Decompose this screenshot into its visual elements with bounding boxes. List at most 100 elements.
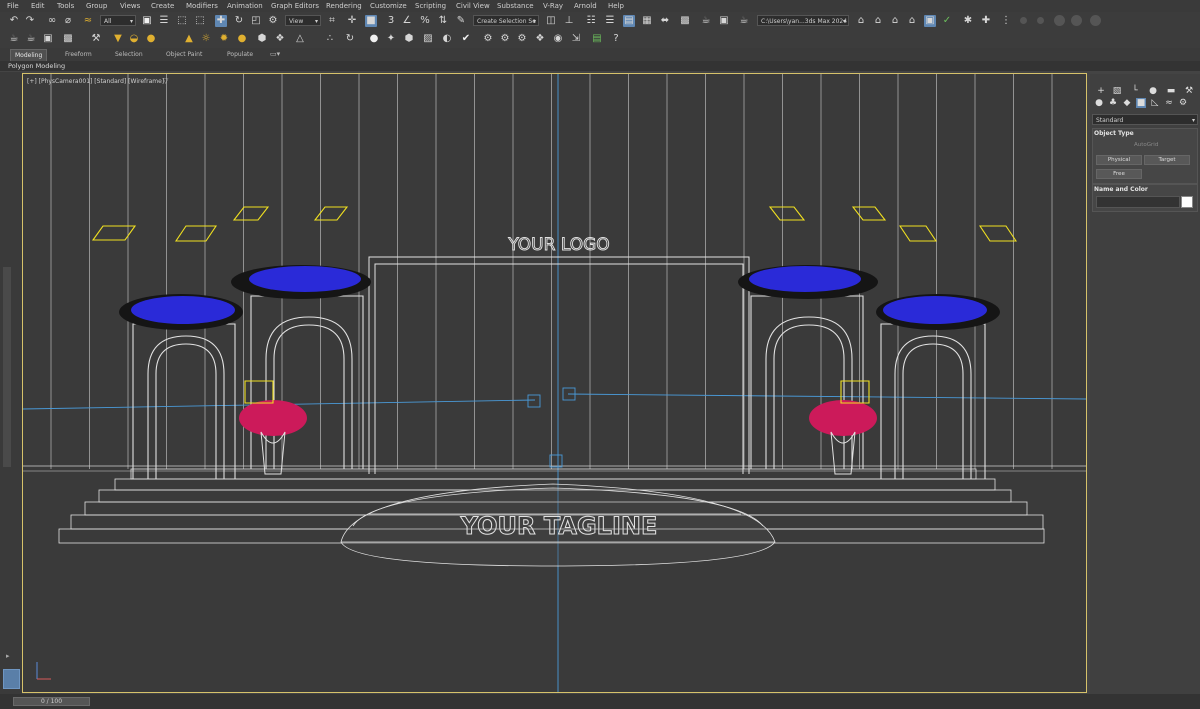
vray-dome-icon[interactable]	[1090, 15, 1101, 26]
workspace-path-dropdown[interactable]: C:\Users\yan...3ds Max 2024	[757, 15, 849, 26]
rectangular-selection-icon[interactable]: ⬚	[176, 15, 188, 27]
polygon-modeling-label[interactable]: Polygon Modeling	[8, 61, 65, 71]
bind-space-warp-icon[interactable]: ≈	[82, 15, 94, 27]
undo-icon[interactable]: ↶	[8, 15, 20, 27]
vray-cosmos-icon[interactable]: ◐	[441, 33, 453, 45]
vray-sheet-icon[interactable]: ▤	[591, 33, 603, 45]
vray-sphere-large-icon[interactable]	[1071, 15, 1082, 26]
modify-tab-icon[interactable]: ▧	[1112, 86, 1122, 96]
rendered-frame-window-icon[interactable]: ▣	[718, 15, 730, 27]
space-warps-icon[interactable]: ≈	[1164, 98, 1174, 108]
menu-edit[interactable]: Edit	[31, 0, 45, 12]
shapes-icon[interactable]: ♣	[1108, 98, 1118, 108]
select-object-icon[interactable]: ▣	[141, 15, 153, 27]
time-config-button[interactable]	[3, 669, 20, 689]
vray-sphere-medium-icon[interactable]	[1037, 17, 1044, 24]
toggle-scene-explorer-icon[interactable]: ☷	[585, 15, 597, 27]
geometry-icon[interactable]: ●	[1094, 98, 1104, 108]
align-icon[interactable]: ⊥	[563, 15, 575, 27]
menu-help[interactable]: Help	[608, 0, 624, 12]
vray-export-icon[interactable]: ⇲	[570, 33, 582, 45]
tab-object-paint[interactable]: Object Paint	[166, 48, 202, 61]
vray-lister-icon[interactable]: ⚙	[482, 33, 494, 45]
vray-fur-icon[interactable]: ❖	[274, 33, 286, 45]
menu-group[interactable]: Group	[86, 0, 107, 12]
utilities-tab-icon[interactable]: ⚒	[1184, 86, 1194, 96]
vray-tools2-icon[interactable]: ❖	[534, 33, 546, 45]
object-color-swatch[interactable]	[1181, 196, 1193, 208]
expand-arrow-icon[interactable]: ▸	[6, 652, 10, 660]
helpers-icon[interactable]: ◺	[1150, 98, 1160, 108]
toggle-layer-explorer-icon[interactable]: ☰	[604, 15, 616, 27]
vray-sphere-icon[interactable]	[1054, 15, 1065, 26]
systems-icon[interactable]: ⚙	[1178, 98, 1188, 108]
reference-coordinate-dropdown[interactable]: View	[285, 15, 321, 26]
unlink-icon[interactable]: ⌀	[62, 15, 74, 27]
vray-sphere-fade-icon[interactable]: ●	[368, 33, 380, 45]
vray-mesh-light-icon[interactable]: ●	[236, 33, 248, 45]
named-selection-dropdown[interactable]: Create Selection Se	[473, 15, 539, 26]
spinner-snap-icon[interactable]: ⇅	[437, 15, 449, 27]
render-production-icon[interactable]: ☕	[738, 15, 750, 27]
menu-substance[interactable]: Substance	[497, 0, 534, 12]
vray-ies-icon[interactable]: ▲	[183, 33, 195, 45]
project-icon[interactable]: ⌂	[872, 15, 884, 27]
hierarchy-tab-icon[interactable]: └	[1130, 86, 1140, 96]
selection-filter-dropdown[interactable]: All	[100, 15, 136, 26]
toggle-ribbon-icon[interactable]: ▤	[623, 15, 635, 27]
vray-light-dome-icon[interactable]: ◒	[128, 33, 140, 45]
menu-tools[interactable]: Tools	[57, 0, 74, 12]
menu-rendering[interactable]: Rendering	[326, 0, 362, 12]
vray-material-icon[interactable]: ▩	[62, 33, 74, 45]
vray-sun-icon[interactable]: ☼	[200, 33, 212, 45]
select-by-name-icon[interactable]: ☰	[158, 15, 170, 27]
lights-icon[interactable]: ◆	[1122, 98, 1132, 108]
vray-sphere-small-icon[interactable]	[1020, 17, 1027, 24]
menu-customize[interactable]: Customize	[370, 0, 407, 12]
tab-selection[interactable]: Selection	[115, 48, 143, 61]
help-icon[interactable]: ?	[610, 33, 622, 45]
select-move-icon[interactable]: ✚	[215, 15, 227, 27]
render-window-icon[interactable]: ▣	[42, 33, 54, 45]
pivot-center-icon[interactable]: ⌗	[326, 15, 338, 27]
percent-snap-icon[interactable]: %	[419, 15, 431, 27]
menu-arnold[interactable]: Arnold	[574, 0, 597, 12]
edit-named-selection-icon[interactable]: ✎	[455, 15, 467, 27]
vray-light-icon[interactable]: ✚	[980, 15, 992, 27]
mirror-icon[interactable]: ◫	[545, 15, 557, 27]
vray-converter-icon[interactable]: ✔	[460, 33, 472, 45]
teapot-icon[interactable]: ☕	[8, 33, 20, 45]
menu-scripting[interactable]: Scripting	[415, 0, 446, 12]
vray-scatter-icon[interactable]: ∴	[324, 33, 336, 45]
vray-decal-icon[interactable]: ↻	[344, 33, 356, 45]
menu-vray[interactable]: V-Ray	[543, 0, 563, 12]
create-tab-icon[interactable]: +	[1096, 86, 1106, 96]
physical-camera-button[interactable]: Physical	[1096, 155, 1142, 165]
target-camera-button[interactable]: Target	[1144, 155, 1190, 165]
motion-tab-icon[interactable]: ●	[1148, 86, 1158, 96]
object-type-header[interactable]: Object Type	[1094, 129, 1194, 139]
autogrid-label[interactable]: AutoGrid	[1134, 142, 1158, 148]
angle-snap-icon[interactable]: ∠	[401, 15, 413, 27]
vray-scene-icon[interactable]: ◉	[552, 33, 564, 45]
menu-views[interactable]: Views	[120, 0, 140, 12]
project-settings-icon[interactable]: ⌂	[906, 15, 918, 27]
select-scale-icon[interactable]: ◰	[250, 15, 262, 27]
menu-create[interactable]: Create	[151, 0, 174, 12]
object-name-input[interactable]	[1096, 196, 1180, 208]
window-crossing-icon[interactable]: ⬚	[194, 15, 206, 27]
vray-tools-icon[interactable]: ✱	[962, 15, 974, 27]
menu-graph-editors[interactable]: Graph Editors	[271, 0, 319, 12]
vray-option-icon[interactable]: ⋮	[1000, 15, 1012, 27]
menu-civil-view[interactable]: Civil View	[456, 0, 490, 12]
vray-object-icon[interactable]: ⚒	[90, 33, 102, 45]
snaps-toggle-icon[interactable]: 3	[385, 15, 397, 27]
vray-volume-icon[interactable]: ▨	[422, 33, 434, 45]
render-iterative-icon[interactable]: ☕	[25, 33, 37, 45]
vray-file-icon[interactable]: ⚙	[516, 33, 528, 45]
menu-modifiers[interactable]: Modifiers	[186, 0, 218, 12]
tab-freeform[interactable]: Freeform	[65, 48, 92, 61]
link-icon[interactable]: ∞	[46, 15, 58, 27]
select-rotate-icon[interactable]: ↻	[233, 15, 245, 27]
display-tab-icon[interactable]: ▬	[1166, 86, 1176, 96]
